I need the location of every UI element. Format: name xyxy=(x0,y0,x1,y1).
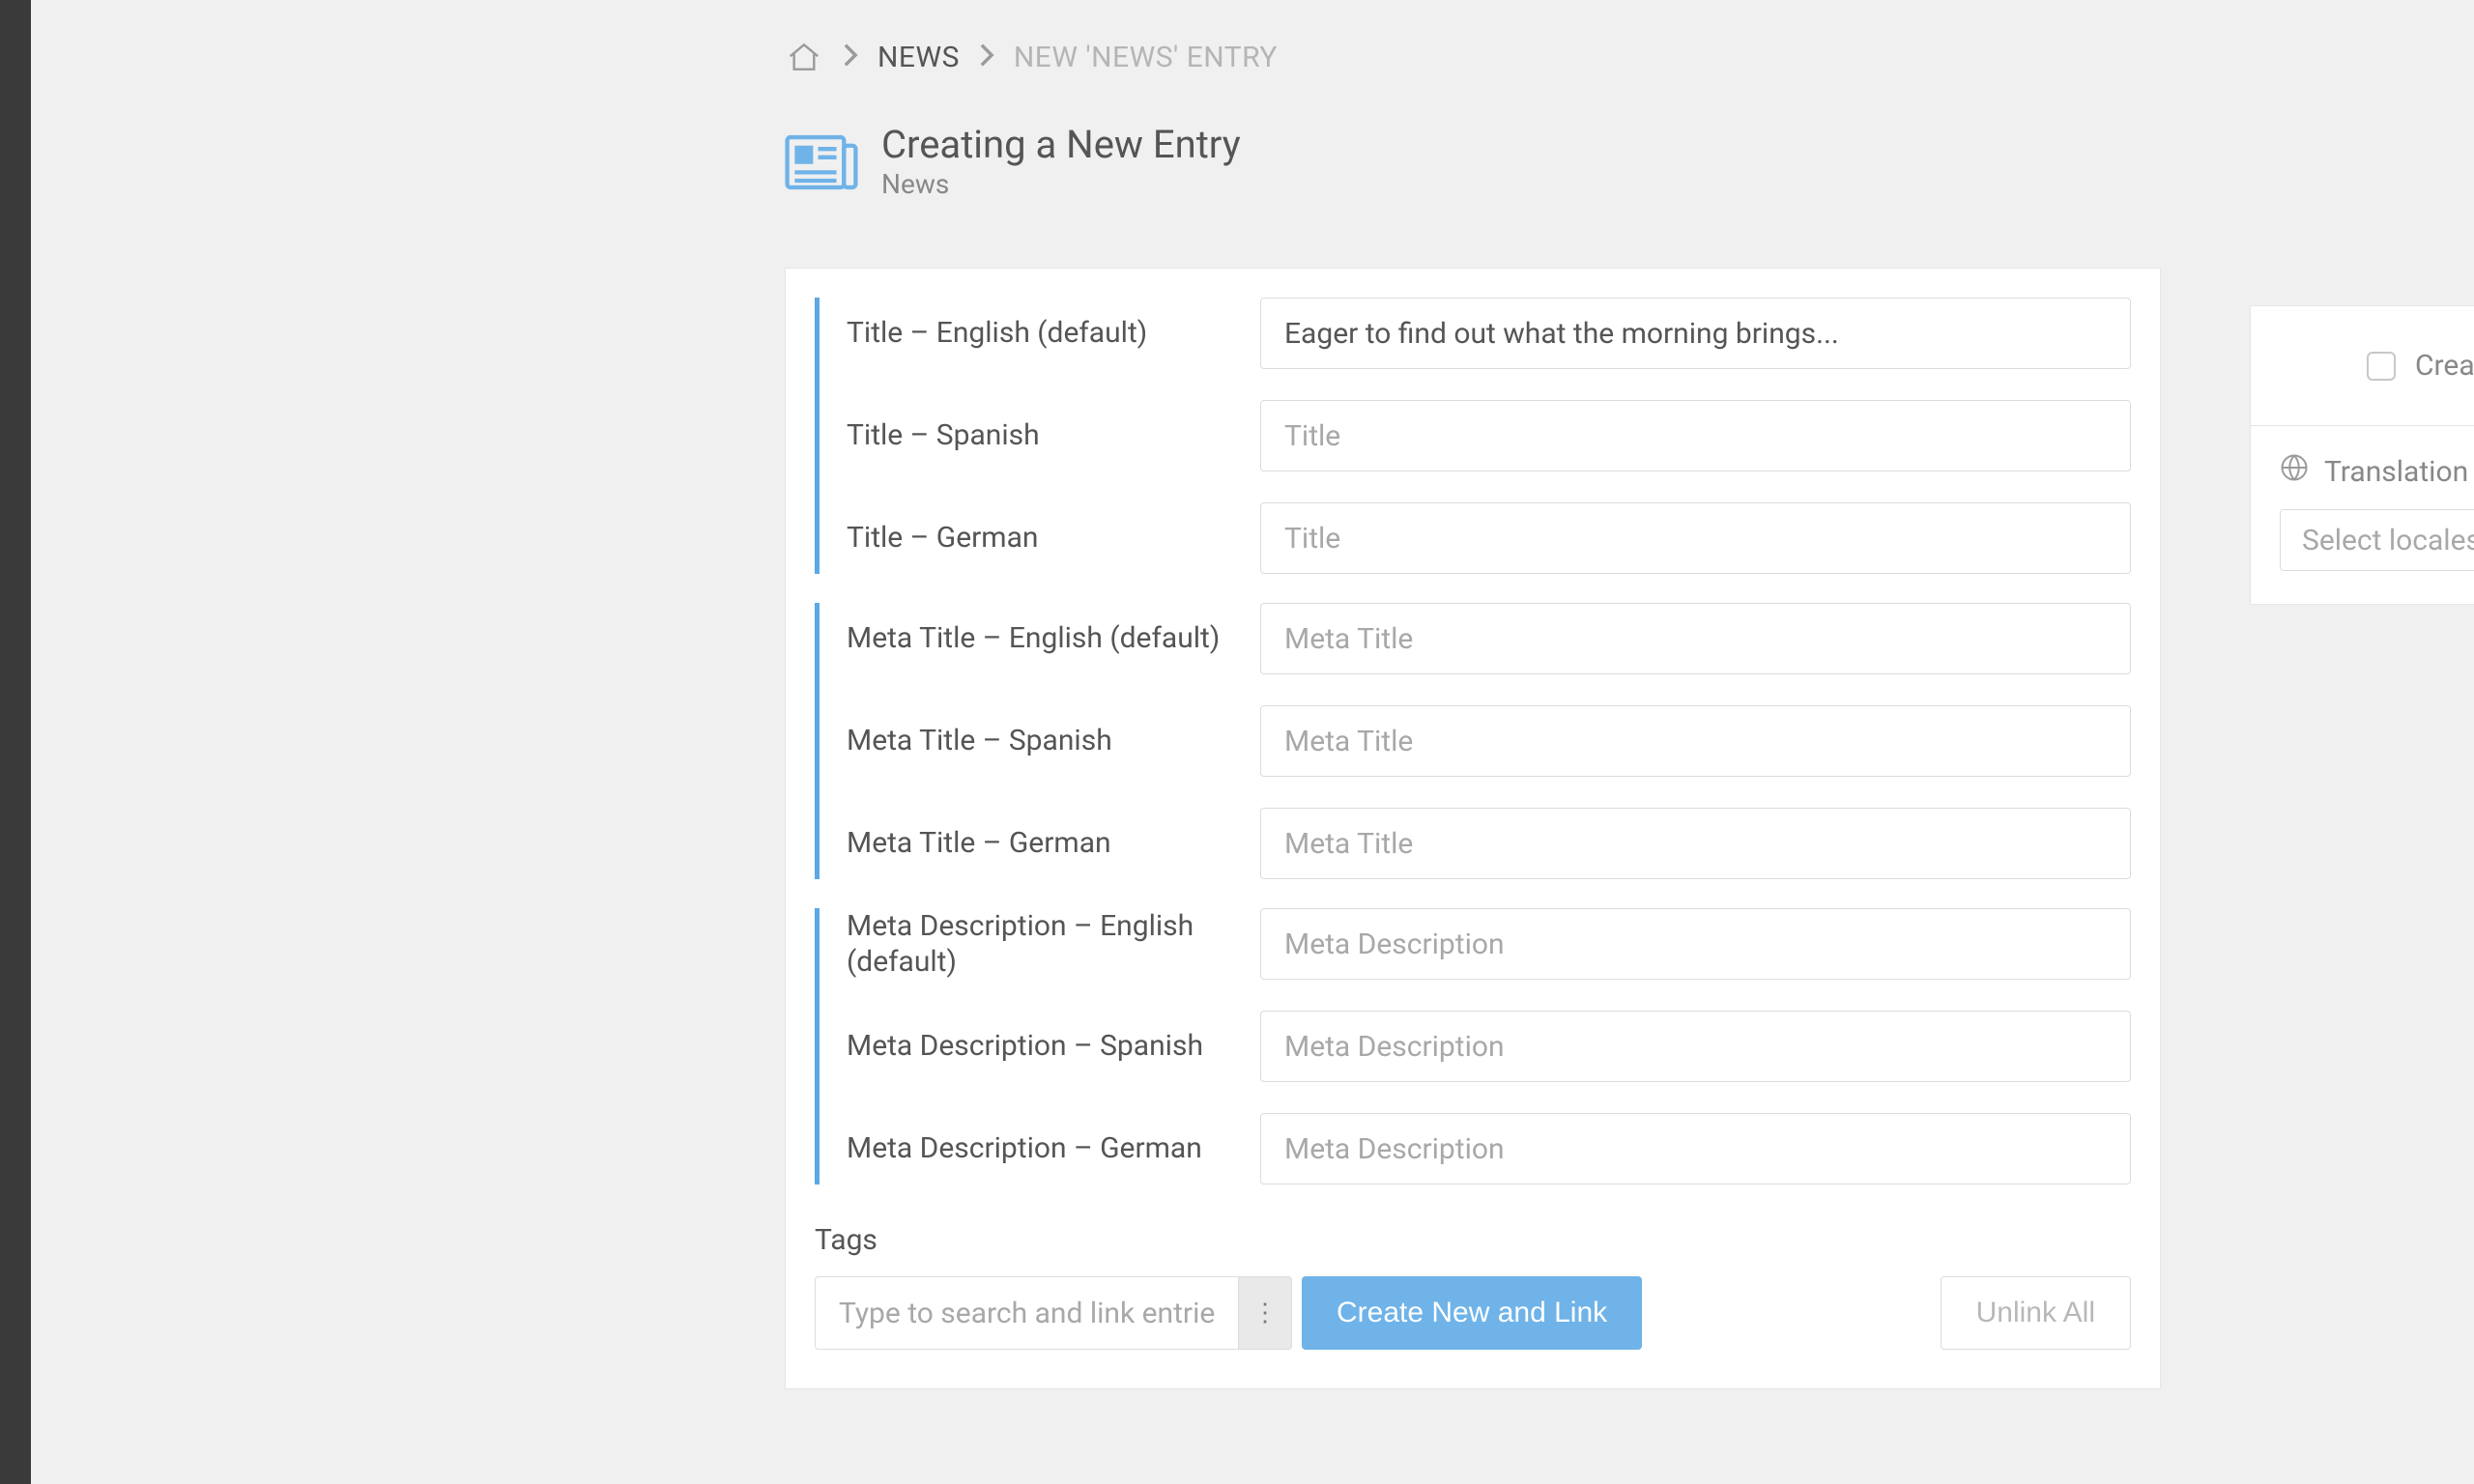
chevron-right-icon xyxy=(979,41,994,74)
field-row: Title – English (default) xyxy=(847,298,2131,369)
locales-select-placeholder: Select locales to f xyxy=(2302,524,2474,557)
field-label: Title – English (default) xyxy=(847,315,1260,352)
news-icon xyxy=(785,130,858,194)
field-label: Meta Description – Spanish xyxy=(847,1028,1260,1065)
page-title: Creating a New Entry xyxy=(881,124,1241,166)
field-row: Title – Spanish xyxy=(847,400,2131,471)
field-group-title: Title – English (default) Title – Spanis… xyxy=(815,298,2131,574)
field-row: Meta Description – English (default) xyxy=(847,908,2131,980)
field-label: Meta Description – English (default) xyxy=(847,908,1260,981)
field-row: Meta Title – English (default) xyxy=(847,603,2131,674)
meta-desc-es-input[interactable] xyxy=(1260,1011,2131,1082)
field-row: Title – German xyxy=(847,502,2131,574)
field-row: Meta Title – German xyxy=(847,808,2131,879)
title-en-input[interactable] xyxy=(1260,298,2131,369)
breadcrumb-item-current: NEW 'NEWS' ENTRY xyxy=(1014,41,1278,74)
field-label: Title – German xyxy=(847,520,1260,556)
globe-icon xyxy=(2280,453,2309,490)
form-card: Title – English (default) Title – Spanis… xyxy=(785,268,2161,1389)
translation-label: Translation xyxy=(2324,455,2468,489)
unlink-all-button[interactable]: Unlink All xyxy=(1941,1276,2131,1350)
side-create-label: Create xyxy=(2415,349,2474,383)
side-panel: Create Translation Select locales to f xyxy=(2250,305,2474,605)
tags-label: Tags xyxy=(815,1223,2131,1257)
field-label: Meta Title – English (default) xyxy=(847,620,1260,657)
page-heading: Creating a New Entry News xyxy=(785,124,2474,200)
field-label: Meta Title – German xyxy=(847,825,1260,862)
breadcrumb: NEWS NEW 'NEWS' ENTRY xyxy=(785,39,2474,75)
sidebar xyxy=(0,0,31,1484)
tags-search-input[interactable] xyxy=(815,1276,1238,1350)
meta-title-es-input[interactable] xyxy=(1260,705,2131,777)
tags-row: ⋮ Create New and Link Unlink All xyxy=(815,1276,2131,1350)
chevron-right-icon xyxy=(843,41,858,74)
field-row: Meta Description – German xyxy=(847,1113,2131,1184)
title-de-input[interactable] xyxy=(1260,502,2131,574)
meta-desc-de-input[interactable] xyxy=(1260,1113,2131,1184)
field-label: Meta Title – Spanish xyxy=(847,723,1260,759)
field-row: Meta Title – Spanish xyxy=(847,705,2131,777)
dots-vertical-icon: ⋮ xyxy=(1252,1298,1278,1327)
create-checkbox[interactable] xyxy=(2367,352,2396,381)
title-es-input[interactable] xyxy=(1260,400,2131,471)
field-label: Meta Description – German xyxy=(847,1130,1260,1167)
page-subtitle: News xyxy=(881,168,1241,200)
locales-select[interactable]: Select locales to f xyxy=(2280,509,2474,571)
field-label: Title – Spanish xyxy=(847,417,1260,454)
breadcrumb-item-news[interactable]: NEWS xyxy=(877,41,960,74)
meta-desc-en-input[interactable] xyxy=(1260,908,2131,980)
tags-more-button[interactable]: ⋮ xyxy=(1238,1276,1292,1350)
meta-title-de-input[interactable] xyxy=(1260,808,2131,879)
home-icon[interactable] xyxy=(785,39,823,75)
field-row: Meta Description – Spanish xyxy=(847,1011,2131,1082)
meta-title-en-input[interactable] xyxy=(1260,603,2131,674)
field-group-meta-title: Meta Title – English (default) Meta Titl… xyxy=(815,603,2131,879)
create-and-link-button[interactable]: Create New and Link xyxy=(1302,1276,1642,1350)
field-group-meta-description: Meta Description – English (default) Met… xyxy=(815,908,2131,1184)
